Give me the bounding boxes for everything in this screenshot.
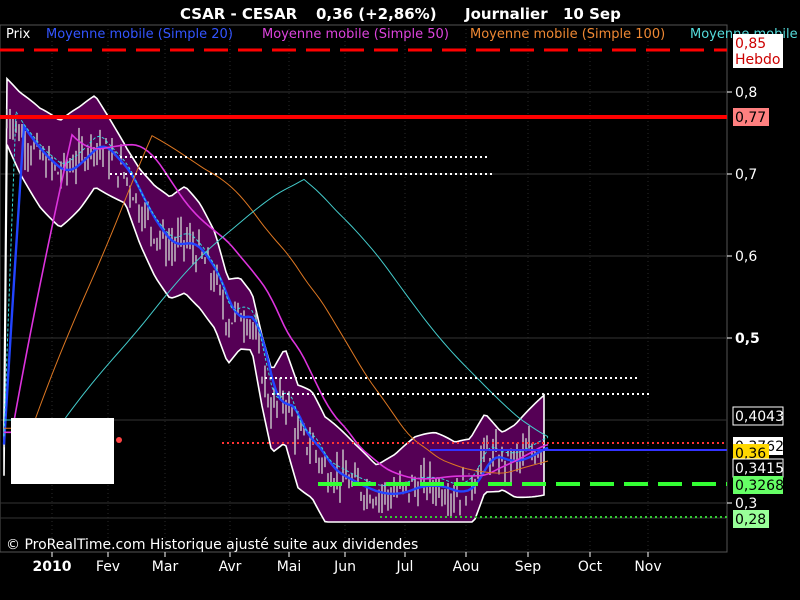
price-badge-label: 0,85 xyxy=(735,36,766,52)
price-chart: CSAR - CESAR 0,36 (+2,86%) Journalier 10… xyxy=(0,5,800,575)
price-badge-label: 0,3268 xyxy=(735,478,784,494)
legend-item: Prix xyxy=(6,27,31,42)
y-tick-label: 0,5 xyxy=(735,331,760,347)
price-badge-label: Hebdo xyxy=(735,52,780,68)
legend-item: Moyenne mobile (Simple 100) xyxy=(470,27,665,42)
x-tick-label: Sep xyxy=(515,559,542,575)
chart-date: 10 Sep xyxy=(563,5,621,23)
price-badge: 0,4043 xyxy=(732,406,784,426)
chart-title: CSAR - CESAR xyxy=(180,5,298,23)
y-tick-label: 0,3 xyxy=(735,496,757,512)
x-tick-label: Mar xyxy=(152,559,179,575)
chart-root: CSAR - CESAR 0,36 (+2,86%) Journalier 10… xyxy=(0,0,800,600)
x-tick-label: Avr xyxy=(219,559,242,575)
x-tick-label: Jun xyxy=(333,559,356,575)
price-badge: 0,85Hebdo xyxy=(733,34,783,68)
y-tick-label: 0,6 xyxy=(735,249,757,265)
price-badge: 0,77 xyxy=(733,108,769,126)
legend-item: Moyenne mobile (Simple 50) xyxy=(262,27,449,42)
price-badge-label: 0,77 xyxy=(735,110,766,126)
y-tick-label: 0,7 xyxy=(735,167,757,183)
x-tick-label: Mai xyxy=(277,559,302,575)
credit-text: © ProRealTime.com Historique ajusté suit… xyxy=(6,537,418,553)
price-badge: 0,28 xyxy=(733,510,769,528)
close-marker-icon xyxy=(116,437,122,443)
legend-item: Moyenne mobile (Simple 20) xyxy=(46,27,233,42)
x-tick-label: Fev xyxy=(96,559,120,575)
x-tick-label: Aou xyxy=(453,559,480,575)
x-tick-label: Nov xyxy=(634,559,661,575)
price-badge: 0,3415 xyxy=(732,458,784,478)
overlay-box xyxy=(11,418,114,484)
price-badge-label: 0,28 xyxy=(735,512,766,528)
price-badge-label: 0,4043 xyxy=(735,409,784,425)
x-tick-label: 2010 xyxy=(33,559,72,575)
y-tick-label: 0,8 xyxy=(735,85,757,101)
price-badge-label: 0,3415 xyxy=(735,461,784,477)
x-tick-label: Oct xyxy=(578,559,603,575)
x-tick-label: Jul xyxy=(396,559,414,575)
price-change: 0,36 (+2,86%) xyxy=(316,5,437,23)
chart-period: Journalier xyxy=(464,5,548,23)
price-badge: 0,3268 xyxy=(733,476,784,494)
